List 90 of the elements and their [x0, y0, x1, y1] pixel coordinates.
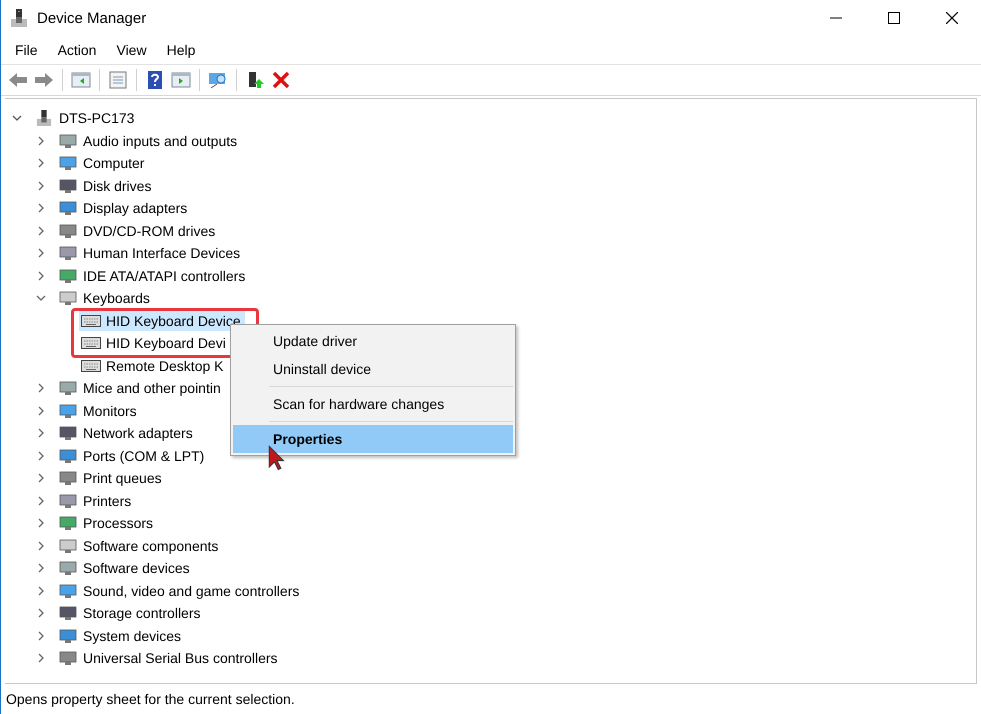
tree-item[interactable]: Disk drives [83, 178, 152, 194]
tree-item[interactable]: Software components [83, 538, 218, 554]
tree-item[interactable]: HID Keyboard Devi [79, 332, 230, 354]
console-tree-icon[interactable] [70, 71, 92, 89]
menu-item[interactable]: Help [160, 42, 202, 58]
menu-item[interactable]: File [8, 42, 45, 58]
tree-item[interactable]: Mice and other pointin [83, 380, 221, 396]
device-icon [58, 245, 78, 262]
properties-sheet-icon[interactable] [107, 71, 129, 89]
status-text: Opens property sheet for the current selection. [5, 690, 296, 709]
keyboard-icon [81, 312, 101, 329]
tree-item[interactable]: Storage controllers [83, 605, 201, 622]
collapse-chevron-icon[interactable] [36, 293, 46, 304]
device-icon [58, 470, 78, 486]
expand-chevron-icon[interactable] [36, 248, 46, 258]
device-icon [58, 155, 78, 172]
context-menu-item[interactable]: Uninstall device [233, 355, 513, 383]
device-icon [58, 582, 78, 599]
expand-chevron-icon[interactable] [36, 158, 46, 168]
device-icon [58, 200, 78, 216]
expand-chevron-icon[interactable] [36, 428, 46, 438]
computer-icon [34, 110, 54, 126]
device-icon [58, 425, 78, 442]
device-icon [58, 178, 78, 194]
tree-item[interactable]: Keyboards [83, 290, 150, 306]
expand-chevron-icon[interactable] [36, 226, 46, 236]
tree-item[interactable]: Human Interface Devices [83, 245, 240, 262]
tree-item[interactable]: Remote Desktop K [79, 355, 228, 376]
tree-item[interactable]: Print queues [83, 470, 162, 486]
tree-item-label: Remote Desktop K [106, 358, 224, 374]
tree-item[interactable]: Universal Serial Bus controllers [83, 650, 278, 666]
expand-chevron-icon[interactable] [36, 473, 46, 484]
menu-item[interactable]: Action [50, 42, 104, 58]
tree-item-label: HID Keyboard Devi [106, 335, 226, 352]
expand-chevron-icon[interactable] [36, 630, 46, 641]
expand-chevron-icon[interactable] [36, 563, 46, 574]
device-icon [58, 515, 78, 532]
tree-item[interactable]: Computer [83, 155, 144, 172]
tree-item[interactable]: Sound, video and game controllers [83, 582, 300, 599]
device-icon [58, 222, 78, 239]
tree-item[interactable]: Monitors [83, 402, 137, 419]
tree-item[interactable]: Software devices [83, 560, 190, 576]
collapse-chevron-icon[interactable] [12, 113, 22, 124]
tree-item[interactable]: DTS-PC173 [59, 110, 134, 126]
device-icon [58, 268, 78, 284]
delete-icon[interactable] [270, 71, 292, 89]
device-icon [58, 605, 78, 622]
action-pane-icon[interactable] [170, 71, 192, 89]
expand-chevron-icon[interactable] [36, 450, 46, 461]
expand-chevron-icon[interactable] [36, 136, 46, 146]
tree-item[interactable]: Network adapters [83, 425, 193, 442]
expand-chevron-icon[interactable] [36, 383, 46, 394]
expand-chevron-icon[interactable] [36, 180, 46, 191]
context-menu-item[interactable]: Scan for hardware changes [233, 390, 513, 418]
expand-chevron-icon[interactable] [36, 653, 46, 664]
window-title: Device Manager [37, 10, 146, 26]
keyboard-icon [81, 335, 101, 352]
device-icon [58, 132, 78, 149]
tree-item[interactable]: System devices [83, 628, 182, 644]
expand-chevron-icon[interactable] [36, 406, 46, 416]
mouse-pointer-icon [268, 445, 286, 471]
device-icon [58, 492, 78, 509]
device-icon [58, 538, 78, 554]
tree-item[interactable]: Processors [83, 515, 154, 532]
keyboard-icon [81, 358, 101, 374]
context-menu-item[interactable]: Properties [233, 425, 513, 453]
expand-chevron-icon[interactable] [36, 540, 46, 551]
computer-icon [11, 9, 27, 27]
tree-item[interactable]: Display adapters [83, 200, 188, 216]
tree-item[interactable]: Audio inputs and outputs [83, 132, 238, 149]
expand-chevron-icon[interactable] [36, 203, 46, 214]
back-arrow-icon[interactable] [7, 71, 29, 89]
expand-chevron-icon[interactable] [36, 518, 46, 528]
device-icon [58, 650, 78, 666]
forward-arrow-icon[interactable] [33, 71, 55, 89]
expand-chevron-icon[interactable] [36, 608, 46, 618]
device-icon [58, 380, 78, 396]
menu-item[interactable]: View [109, 42, 154, 58]
tree-item[interactable]: IDE ATA/ATAPI controllers [83, 268, 246, 284]
expand-chevron-icon[interactable] [36, 496, 46, 506]
tree-item[interactable]: Ports (COM & LPT) [83, 448, 204, 464]
device-icon [58, 402, 78, 419]
device-icon [58, 560, 78, 576]
device-icon [58, 628, 78, 644]
expand-chevron-icon[interactable] [36, 270, 46, 281]
device-icon [58, 448, 78, 464]
device-icon [58, 290, 78, 306]
tree-item[interactable]: Printers [83, 492, 132, 509]
expand-chevron-icon[interactable] [36, 586, 46, 596]
tree-item[interactable]: DVD/CD-ROM drives [83, 222, 216, 239]
